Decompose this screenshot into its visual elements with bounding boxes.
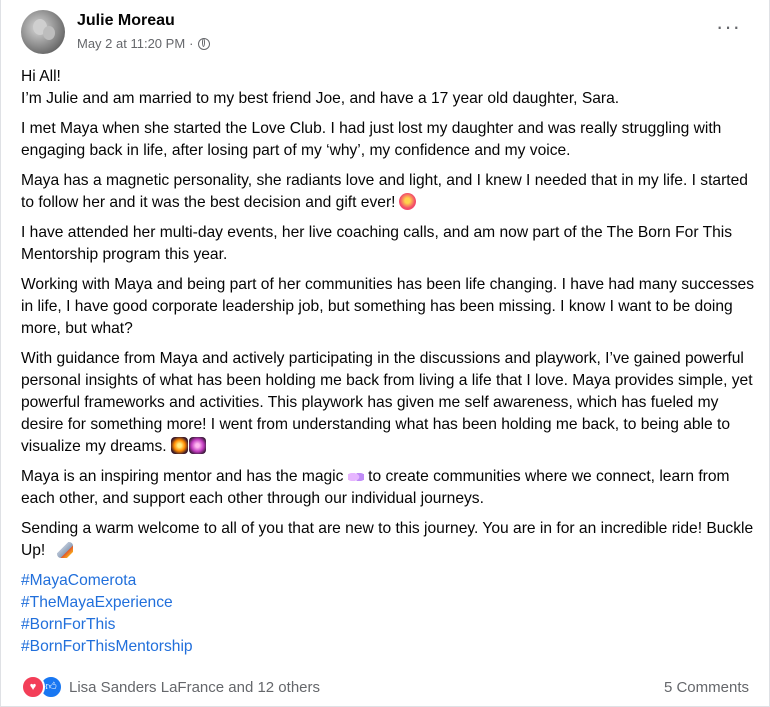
post-paragraph: Hi All! bbox=[21, 68, 61, 85]
love-reaction-icon[interactable]: ♥ bbox=[21, 675, 45, 699]
post-footer: ♥ 👍︎ Lisa Sanders LaFrance and 12 others… bbox=[21, 674, 749, 700]
butterfly-emoji bbox=[347, 470, 364, 484]
author-name[interactable]: Julie Moreau bbox=[77, 12, 175, 30]
meta-separator: · bbox=[189, 36, 194, 51]
post-content: Hi All! I’m Julie and am married to my b… bbox=[21, 66, 761, 658]
post-paragraph: Sending a warm welcome to all of you tha… bbox=[21, 520, 754, 559]
avatar-face-secondary bbox=[43, 26, 55, 40]
author-avatar[interactable] bbox=[21, 10, 65, 54]
post-paragraph: I have attended her multi-day events, he… bbox=[21, 224, 733, 263]
post-meta: May 2 at 11:20 PM · bbox=[77, 36, 210, 51]
hashtag-list: #MayaComerota #TheMayaExperience #BornFo… bbox=[21, 570, 761, 658]
fireworks-emoji bbox=[170, 437, 188, 454]
post-paragraph: I’m Julie and am married to my best frie… bbox=[21, 90, 620, 107]
hashtag-link[interactable]: #BornForThisMentorship bbox=[21, 636, 761, 658]
reactions-summary[interactable]: Lisa Sanders LaFrance and 12 others bbox=[69, 679, 320, 696]
post-paragraph: Maya has a magnetic personality, she rad… bbox=[21, 172, 748, 211]
rocket-emoji bbox=[57, 542, 74, 558]
post-paragraph: I met Maya when she started the Love Clu… bbox=[21, 120, 722, 159]
post-card: Julie Moreau May 2 at 11:20 PM · ··· Hi … bbox=[0, 0, 770, 707]
post-paragraph: Maya is an inspiring mentor and has the … bbox=[21, 468, 730, 507]
comments-count-link[interactable]: 5 Comments bbox=[664, 679, 749, 696]
post-paragraph: With guidance from Maya and actively par… bbox=[21, 350, 753, 455]
post-timestamp[interactable]: May 2 at 11:20 PM bbox=[77, 36, 185, 51]
more-options-button[interactable]: ··· bbox=[716, 16, 741, 38]
hashtag-link[interactable]: #MayaComerota bbox=[21, 570, 761, 592]
post-paragraph: Working with Maya and being part of her … bbox=[21, 276, 755, 337]
sparkles-emoji bbox=[188, 437, 206, 454]
hashtag-link[interactable]: #BornForThis bbox=[21, 614, 761, 636]
heart-gift-emoji bbox=[399, 193, 417, 210]
hashtag-link[interactable]: #TheMayaExperience bbox=[21, 592, 761, 614]
globe-icon[interactable] bbox=[197, 37, 210, 50]
